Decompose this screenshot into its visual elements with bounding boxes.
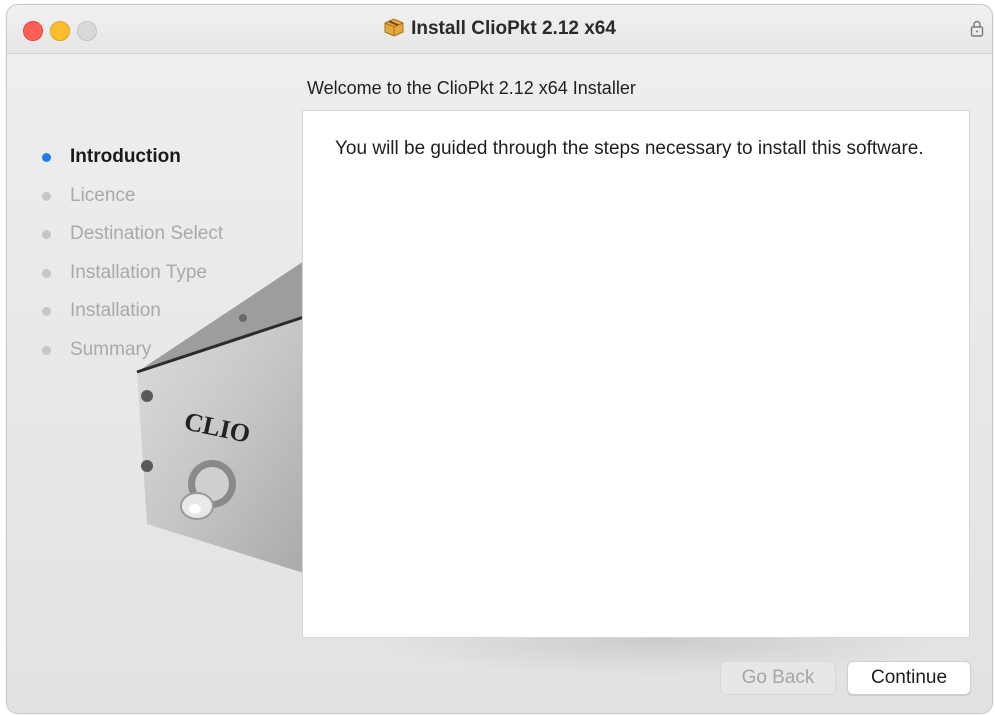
step-indicator-dot [42,191,51,201]
step-indicator-dot [42,307,51,316]
title-bar[interactable]: Install ClioPkt 2.12 x64 [7,5,992,54]
steps-list: Introduction Licence Destination Select … [39,144,223,375]
intro-panel: You will be guided through the steps nec… [302,110,970,638]
step-installation: Installation [39,298,223,337]
lock-icon [970,19,984,42]
continue-button[interactable]: Continue [847,661,971,695]
package-icon [383,17,405,43]
step-label: Introduction [70,146,181,167]
installer-window: Install ClioPkt 2.12 x64 CLIO Welcome to… [6,4,993,714]
step-installation-type: Installation Type [39,260,223,299]
step-label: Destination Select [70,223,224,244]
window-title: Install ClioPkt 2.12 x64 [411,18,616,39]
step-summary: Summary [39,337,223,376]
step-indicator-dot [42,230,51,239]
step-destination-select: Destination Select [39,221,223,260]
window-title-wrap: Install ClioPkt 2.12 x64 [7,17,992,43]
step-indicator-dot [42,345,51,355]
step-indicator-dot [42,268,51,278]
step-introduction: Introduction [39,144,223,183]
step-label: Installation [70,300,161,321]
step-label: Summary [70,338,152,360]
intro-text: You will be guided through the steps nec… [335,138,924,159]
installer-content: CLIO Welcome to the ClioPkt 2.12 x64 Ins… [7,54,992,713]
step-licence: Licence [39,183,223,222]
step-indicator-dot [42,153,51,162]
step-label: Installation Type [70,261,207,283]
go-back-button[interactable]: Go Back [720,661,836,695]
step-label: Licence [70,184,136,206]
installer-heading: Welcome to the ClioPkt 2.12 x64 Installe… [307,78,636,98]
